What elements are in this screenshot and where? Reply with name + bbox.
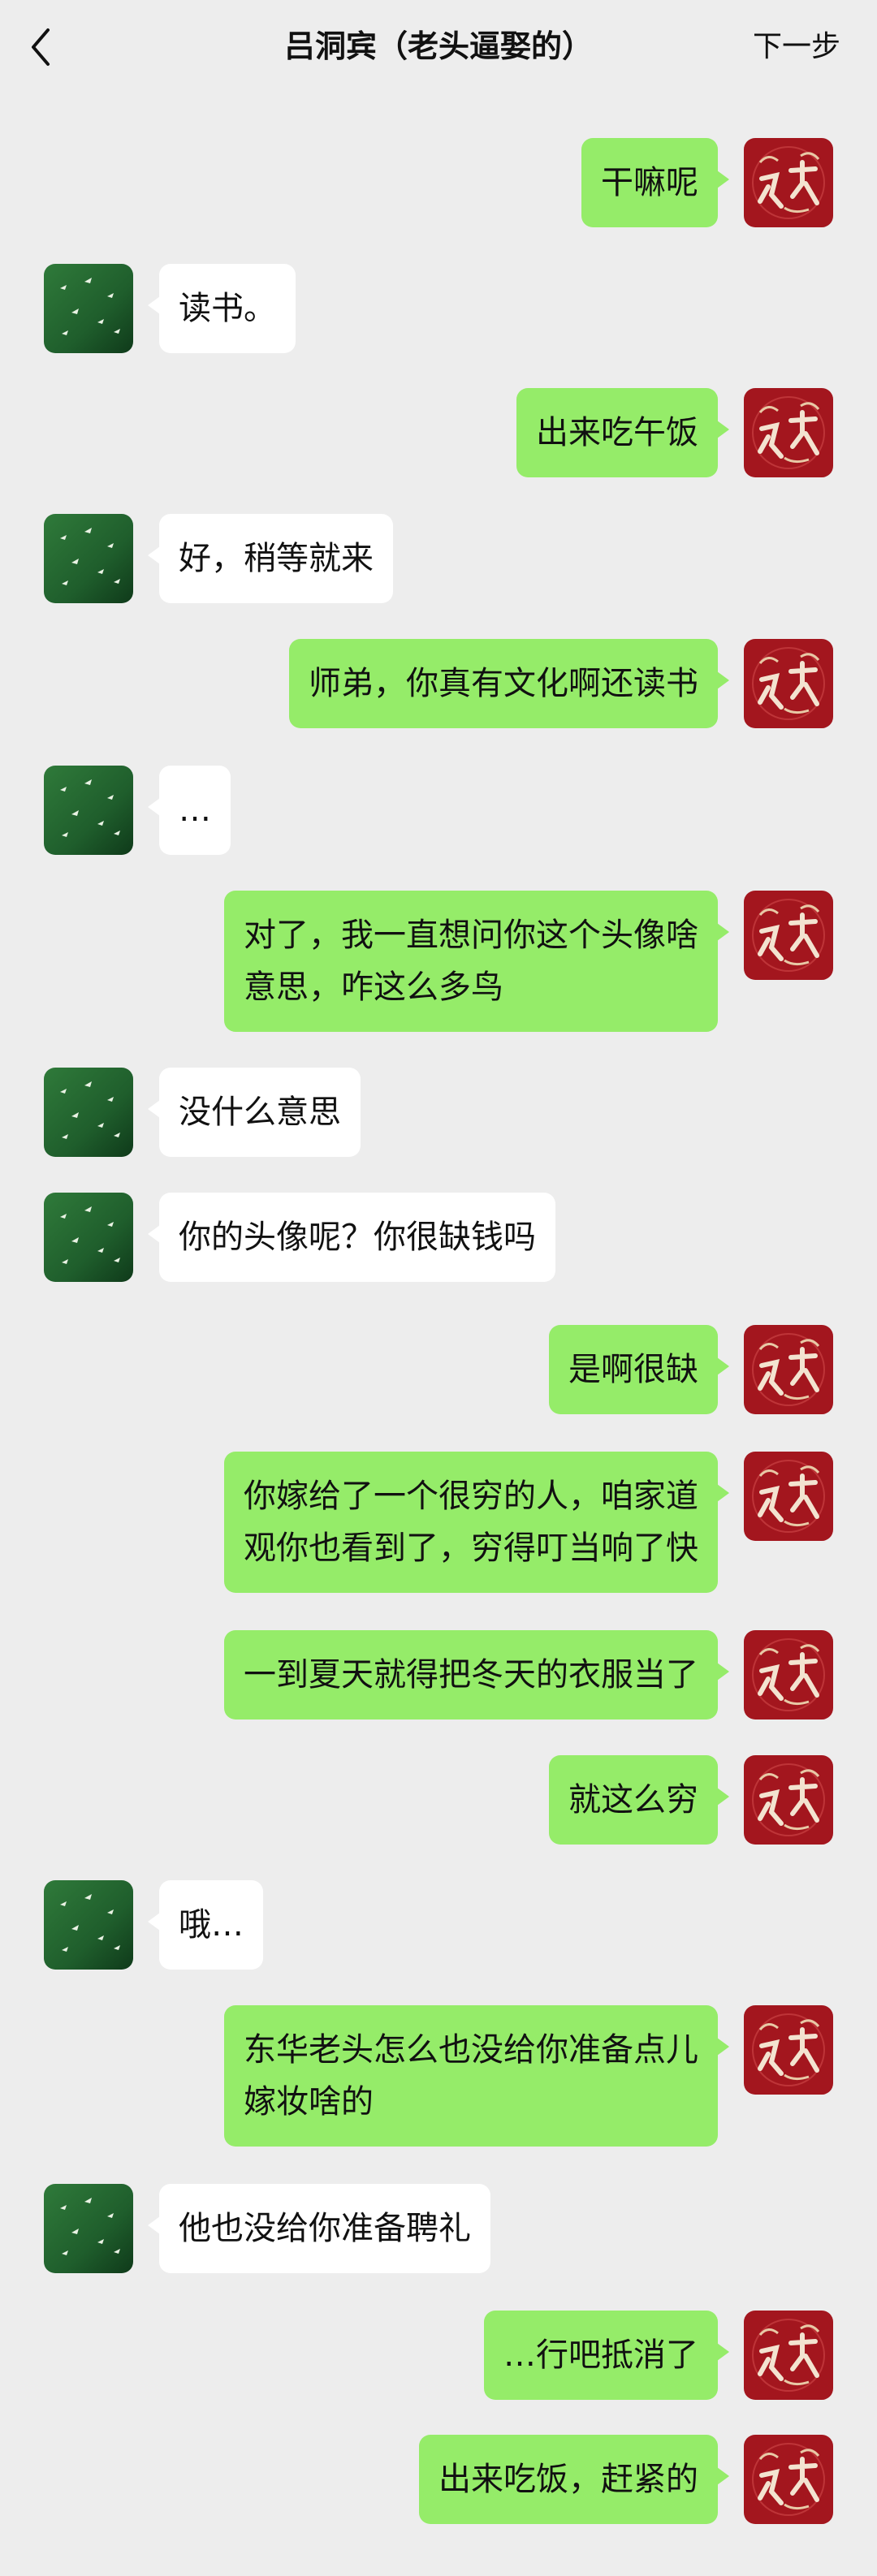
message-row: 对了，我一直想问你这个头像啥 意思，咋这么多鸟 [0,891,877,1033]
message-row: 出来吃午饭 [0,388,877,477]
contact-avatar[interactable] [44,1193,133,1282]
received-message-bubble[interactable]: 哦… [148,1880,263,1970]
sent-message-bubble[interactable]: …行吧抵消了 [484,2311,729,2400]
sent-message-bubble[interactable]: 一到夏天就得把冬天的衣服当了 [224,1630,729,1719]
self-avatar[interactable] [744,1630,833,1719]
self-avatar[interactable] [744,2311,833,2400]
sent-message-bubble[interactable]: 你嫁给了一个很穷的人，咱家道 观你也看到了，穷得叮当响了快 [224,1452,729,1593]
self-avatar[interactable] [744,388,833,477]
self-avatar[interactable] [744,639,833,728]
message-row: 好，稍等就来 [0,514,877,603]
received-message-bubble[interactable]: 读书。 [148,264,296,353]
self-avatar[interactable] [744,1755,833,1845]
received-message-bubble[interactable]: 你的头像呢？你很缺钱吗 [148,1193,555,1282]
message-row: 你的头像呢？你很缺钱吗 [0,1193,877,1282]
message-row: 是啊很缺 [0,1325,877,1414]
message-row: … [0,766,877,855]
self-avatar[interactable] [744,138,833,227]
message-row: 读书。 [0,264,877,353]
message-list: 干嘛呢读书。出来吃午饭好，稍等就来师弟，你真有文化啊还读书 … 对了，我一直想问你这… [0,0,877,2576]
sent-message-bubble[interactable]: 是啊很缺 [549,1325,729,1414]
contact-avatar[interactable] [44,514,133,603]
received-message-bubble[interactable]: … [148,766,231,855]
sent-message-bubble[interactable]: 师弟，你真有文化啊还读书 [289,639,729,728]
message-row: 你嫁给了一个很穷的人，咱家道 观你也看到了，穷得叮当响了快 [0,1452,877,1594]
message-row: 出来吃饭，赶紧的 [0,2435,877,2524]
message-row: …行吧抵消了 [0,2311,877,2400]
message-row: 哦… [0,1880,877,1970]
sent-message-bubble[interactable]: 出来吃饭，赶紧的 [419,2435,729,2524]
self-avatar[interactable] [744,1325,833,1414]
sent-message-bubble[interactable]: 就这么穷 [549,1755,729,1845]
contact-avatar[interactable] [44,2184,133,2273]
received-message-bubble[interactable]: 没什么意思 [148,1068,361,1157]
message-row: 他也没给你准备聘礼 [0,2184,877,2273]
message-row: 师弟，你真有文化啊还读书 [0,639,877,728]
message-row: 没什么意思 [0,1068,877,1157]
received-message-bubble[interactable]: 他也没给你准备聘礼 [148,2184,490,2273]
sent-message-bubble[interactable]: 出来吃午饭 [516,388,729,477]
contact-avatar[interactable] [44,766,133,855]
self-avatar[interactable] [744,891,833,980]
message-row: 干嘛呢 [0,138,877,227]
self-avatar[interactable] [744,2435,833,2524]
sent-message-bubble[interactable]: 对了，我一直想问你这个头像啥 意思，咋这么多鸟 [224,891,729,1032]
message-row: 就这么穷 [0,1755,877,1845]
sent-message-bubble[interactable]: 东华老头怎么也没给你准备点儿 嫁妆啥的 [224,2005,729,2147]
received-message-bubble[interactable]: 好，稍等就来 [148,514,393,603]
self-avatar[interactable] [744,1452,833,1541]
message-row: 东华老头怎么也没给你准备点儿 嫁妆啥的 [0,2005,877,2148]
contact-avatar[interactable] [44,264,133,353]
contact-avatar[interactable] [44,1880,133,1970]
self-avatar[interactable] [744,2005,833,2095]
contact-avatar[interactable] [44,1068,133,1157]
message-row: 一到夏天就得把冬天的衣服当了 [0,1630,877,1719]
sent-message-bubble[interactable]: 干嘛呢 [581,138,729,227]
